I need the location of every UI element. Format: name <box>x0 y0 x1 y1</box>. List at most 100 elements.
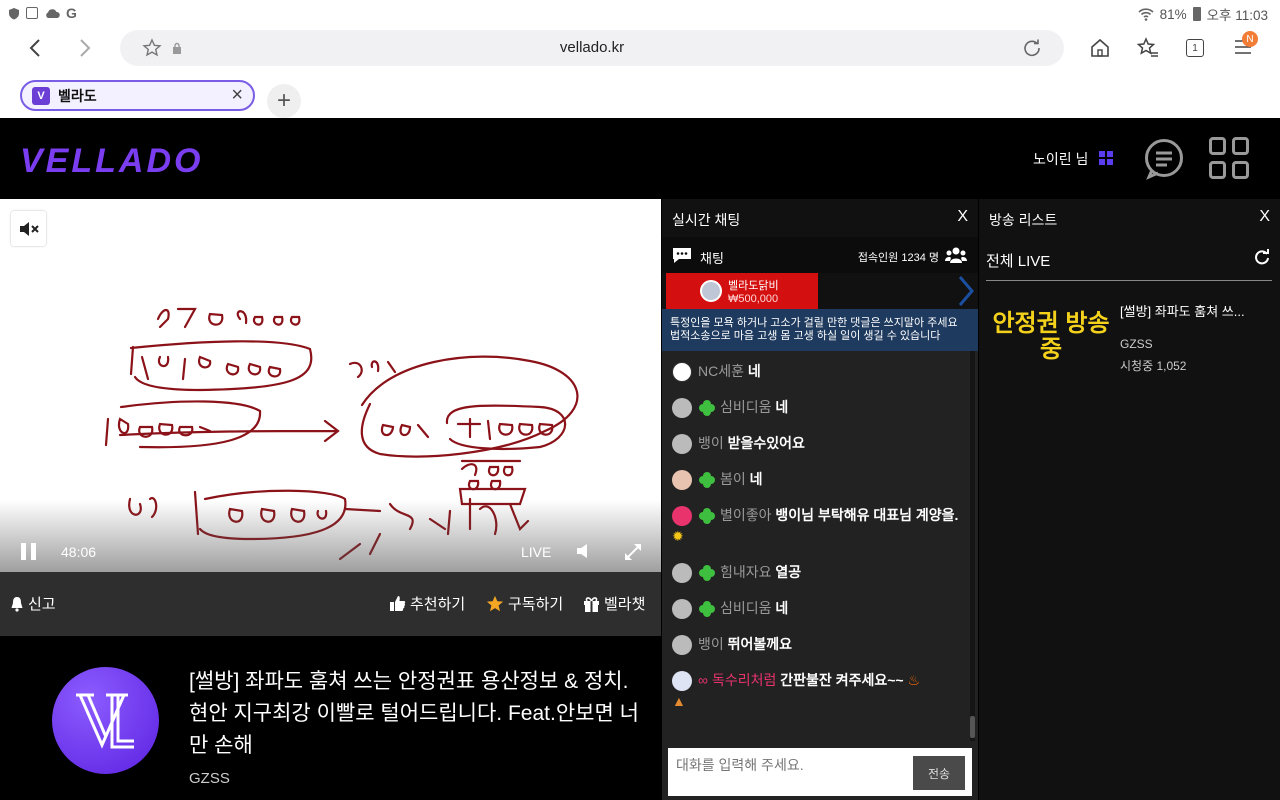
broadcast-thumbnail[interactable]: 안정권 방송중 <box>989 295 1113 381</box>
broadcast-list-header: 방송 리스트 X <box>979 199 1280 237</box>
report-button[interactable]: 신고 <box>10 593 56 614</box>
chat-nick[interactable]: 심비디움 <box>720 600 772 616</box>
chevron-right-icon <box>80 39 91 57</box>
chat-nick[interactable]: 심비디움 <box>720 399 772 415</box>
chat-nick[interactable]: 별이좋아 <box>720 507 772 523</box>
streamer-name[interactable]: GZSS <box>189 770 230 787</box>
broadcast-list-title: 방송 리스트 <box>989 212 1058 228</box>
back-button[interactable] <box>20 33 50 63</box>
refresh-icon[interactable] <box>1254 249 1270 265</box>
volume-icon[interactable] <box>575 543 591 559</box>
donation-card[interactable]: 벨라도닭비 ₩500,000 <box>666 273 818 309</box>
user-avatar <box>672 470 692 491</box>
ticker-next-icon[interactable] <box>956 275 976 307</box>
user-avatar <box>672 398 692 419</box>
speech-bubble-icon <box>673 248 691 263</box>
chat-text: 뛰어볼께요 <box>727 636 793 652</box>
action-bar: 신고 추천하기 구독하기 벨라챗 <box>0 572 661 636</box>
browser-toolbar: vellado.kr 1 N V 벨라도 × + <box>0 24 1280 118</box>
new-tab-button[interactable]: + <box>267 84 301 118</box>
user-avatar <box>672 599 692 620</box>
streamer-avatar[interactable] <box>52 667 159 774</box>
chat-input[interactable] <box>676 752 906 778</box>
forward-button[interactable] <box>70 33 100 63</box>
clover-badge-icon <box>699 601 715 618</box>
bell-icon <box>11 596 23 612</box>
home-icon[interactable] <box>1089 38 1111 58</box>
vellachat-button[interactable]: 벨라챗 <box>583 593 645 614</box>
close-tab-icon[interactable]: × <box>231 84 243 107</box>
chat-nick[interactable]: 봄이 <box>720 471 746 487</box>
status-icons-left: G <box>8 5 77 21</box>
chat-nick[interactable]: 힘내자요 <box>720 564 772 580</box>
wifi-icon <box>1138 8 1154 21</box>
cloud-icon <box>46 9 60 18</box>
send-button[interactable]: 전송 <box>913 756 965 790</box>
chat-scrollbar-thumb[interactable] <box>970 716 975 738</box>
chat-scrollbar-track[interactable] <box>970 351 975 741</box>
all-live-tab[interactable]: 전체 LIVE <box>986 245 1272 281</box>
tabs-count-icon[interactable]: 1 <box>1186 39 1204 57</box>
all-live-label: 전체 LIVE <box>986 253 1051 270</box>
donor-name: 벨라도닭비 <box>728 280 779 292</box>
url-text: vellado.kr <box>559 39 625 56</box>
reload-icon[interactable] <box>1022 38 1042 58</box>
bookmarks-icon[interactable] <box>1136 37 1160 59</box>
chat-close-button[interactable]: X <box>957 208 968 226</box>
chat-message: 뱅이 받을수있어요 <box>672 433 962 455</box>
tab-title: 벨라도 <box>58 87 97 104</box>
chat-text: 간판불잔 켜주세요~~ <box>780 672 908 688</box>
chat-bubble-icon[interactable] <box>1143 138 1185 180</box>
menu-button[interactable]: N <box>1234 31 1258 61</box>
chat-text: 네 <box>775 600 789 616</box>
thumbnail-text: 안정권 방송중 <box>992 310 1110 363</box>
viewer-count: 접속인원 1234 명 <box>857 252 939 264</box>
site-header: VELLADO 노이린 님 <box>0 118 1280 199</box>
users-icon[interactable] <box>945 246 967 264</box>
chat-nick[interactable]: 뱅이 <box>698 435 724 451</box>
recommend-button[interactable]: 추천하기 <box>389 593 465 614</box>
battery-icon <box>1192 7 1201 21</box>
star-icon <box>486 595 504 611</box>
broadcast-item[interactable]: 안정권 방송중 [썰방] 좌파도 훔쳐 쓰... GZSS 시청중 1,052 <box>979 295 1280 385</box>
browser-tab[interactable]: V 벨라도 × <box>20 80 255 111</box>
site-logo[interactable]: VELLADO <box>20 142 203 181</box>
apps-grid-icon[interactable] <box>1209 137 1251 179</box>
username[interactable]: 노이린 님 <box>1033 149 1088 169</box>
user-menu-icon[interactable] <box>1099 151 1113 165</box>
user-avatar <box>672 362 692 383</box>
donor-avatar <box>700 280 722 302</box>
clover-badge-icon <box>699 472 715 489</box>
chat-message: 봄이 네 <box>672 469 962 491</box>
chat-tab-label[interactable]: 채팅 <box>700 248 724 267</box>
broadcast-list-panel: 방송 리스트 X 전체 LIVE 안정권 방송중 [썰방] 좌파도 훔쳐 쓰..… <box>979 199 1280 800</box>
subscribe-label: 구독하기 <box>508 596 564 613</box>
elapsed-time: 48:06 <box>61 544 97 560</box>
address-bar[interactable]: vellado.kr <box>120 30 1064 66</box>
fullscreen-icon[interactable] <box>624 543 642 561</box>
clock: 오후 11:03 <box>1206 8 1268 23</box>
broadcast-list-close-button[interactable]: X <box>1259 208 1270 226</box>
fire-icon: ♨ <box>907 672 921 688</box>
broadcast-title[interactable]: [썰방] 좌파도 훔쳐 쓰... <box>1120 301 1245 320</box>
live-indicator: LIVE <box>521 544 552 560</box>
clover-badge-icon <box>699 565 715 582</box>
pause-button[interactable] <box>21 543 37 560</box>
subscribe-button[interactable]: 구독하기 <box>486 593 563 614</box>
donation-amount: ₩500,000 <box>728 293 779 305</box>
chat-message: 심비디움 네 <box>672 598 962 620</box>
chat-text: 네 <box>749 471 763 487</box>
chat-nick[interactable]: 뱅이 <box>698 636 724 652</box>
shield-icon <box>9 7 19 19</box>
chat-nick[interactable]: 독수리처럼 <box>712 672 776 688</box>
broadcast-streamer: GZSS <box>1120 337 1153 351</box>
chat-text: 뱅이님 부탁해유 대표님 계양을. <box>775 507 959 523</box>
user-avatar <box>672 506 692 527</box>
stream-info: [썰방] 좌파도 훔쳐 쓰는 안정권표 용산정보 & 정치. 현안 지구최강 이… <box>0 636 661 800</box>
google-icon: G <box>66 5 77 21</box>
clover-badge-icon <box>699 508 715 525</box>
mute-toggle-button[interactable] <box>11 211 46 246</box>
donation-ticker: 벨라도닭비 ₩500,000 <box>662 273 978 309</box>
chat-nick[interactable]: NC세훈 <box>698 363 744 379</box>
status-icons-right: 81% 오후 11:03 <box>1138 4 1268 24</box>
